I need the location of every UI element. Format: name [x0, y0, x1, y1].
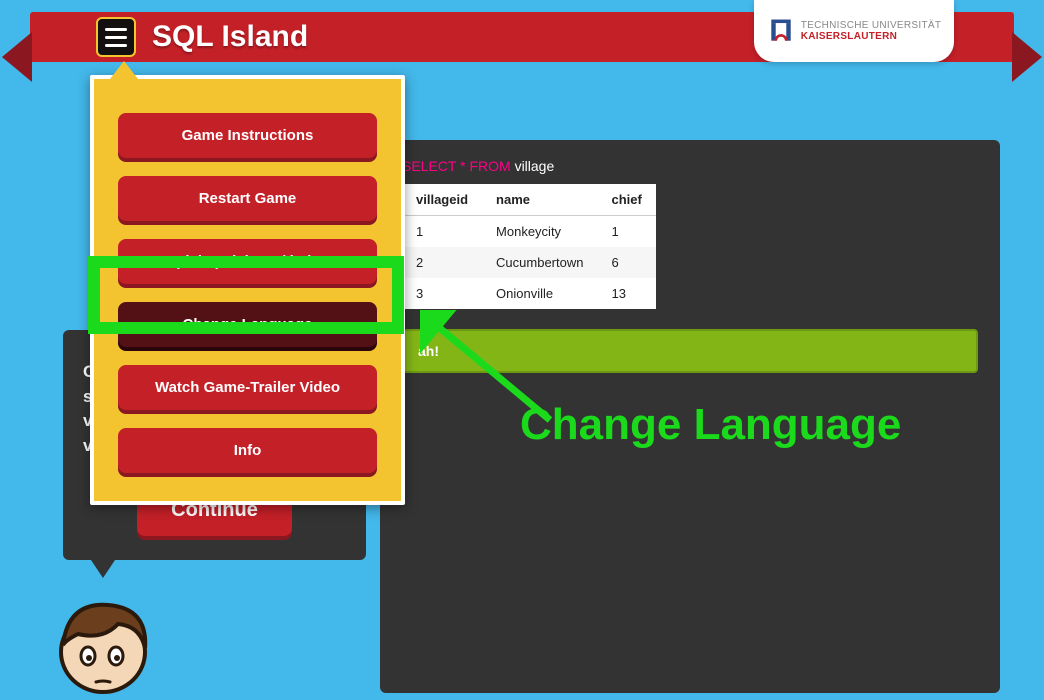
- table-row: 3Onionville13: [402, 278, 656, 309]
- university-gate-icon: [767, 16, 795, 46]
- menu-change-language[interactable]: Change Language: [118, 302, 377, 347]
- menu-restart-game[interactable]: Restart Game: [118, 176, 377, 221]
- main-menu-dropdown: Game Instructions Restart Game Spiel spe…: [90, 75, 405, 505]
- menu-info[interactable]: Info: [118, 428, 377, 473]
- university-logo-tab[interactable]: TECHNISCHE UNIVERSITÄT KAISERSLAUTERN: [754, 0, 954, 62]
- hamburger-menu-button[interactable]: [96, 17, 136, 57]
- col-chief: chief: [597, 184, 655, 216]
- table-row: 2Cucumbertown6: [402, 247, 656, 278]
- avatar: [48, 590, 158, 700]
- menu-game-instructions[interactable]: Game Instructions: [118, 113, 377, 158]
- col-villageid: villageid: [402, 184, 482, 216]
- page-title: SQL Island: [152, 20, 308, 54]
- university-name: TECHNISCHE UNIVERSITÄT KAISERSLAUTERN: [801, 20, 942, 42]
- col-name: name: [482, 184, 597, 216]
- success-message: ah!: [402, 329, 978, 373]
- result-table: villageid name chief 1Monkeycity1 2Cucum…: [402, 184, 656, 309]
- query-result-panel: SELECT * FROM village villageid name chi…: [380, 140, 1000, 693]
- menu-watch-trailer[interactable]: Watch Game-Trailer Video: [118, 365, 377, 410]
- table-row: 1Monkeycity1: [402, 216, 656, 248]
- sql-query: SELECT * FROM village: [402, 158, 978, 174]
- menu-save-load[interactable]: Spiel speichern / laden: [118, 239, 377, 284]
